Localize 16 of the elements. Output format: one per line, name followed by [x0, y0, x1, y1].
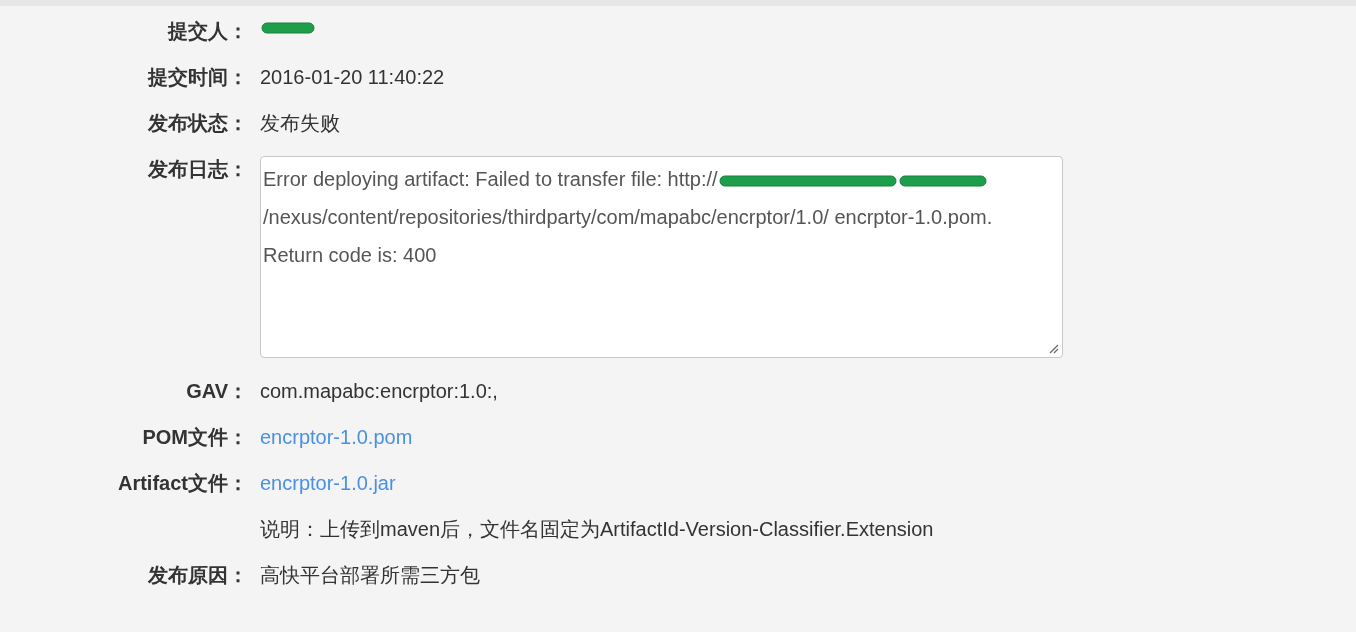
field-label: 发布日志：: [148, 157, 248, 182]
field-label: Artifact文件：: [118, 471, 248, 496]
field-value: 2016-01-20 11:40:22: [260, 65, 445, 90]
field-label: 提交人：: [168, 19, 248, 44]
log-text-area[interactable]: Error deploying artifact: Failed to transfer file: http:// /nexus/content/repositories/thirdparty/com/mapabc/encrptor/1.0/ encrptor-1.0.pom. Return code is: 400: [260, 156, 1063, 358]
file-link[interactable]: encrptor-1.0.jar: [260, 470, 396, 496]
field-value: com.mapabc:encrptor:1.0:,: [260, 379, 498, 404]
field-value: 说明：上传到maven后，文件名固定为ArtifactId-Version-Classifier.Extension: [260, 517, 934, 542]
field-label: POM文件：: [142, 425, 248, 450]
field-value: 高快平台部署所需三方包: [260, 563, 480, 588]
field-value: 发布失败: [260, 111, 340, 136]
field-label: 发布状态：: [148, 111, 248, 136]
file-link[interactable]: encrptor-1.0.pom: [260, 424, 413, 450]
field-label: 发布原因：: [148, 563, 248, 588]
field-label: GAV：: [186, 379, 248, 404]
field-label: 提交时间：: [148, 65, 248, 90]
